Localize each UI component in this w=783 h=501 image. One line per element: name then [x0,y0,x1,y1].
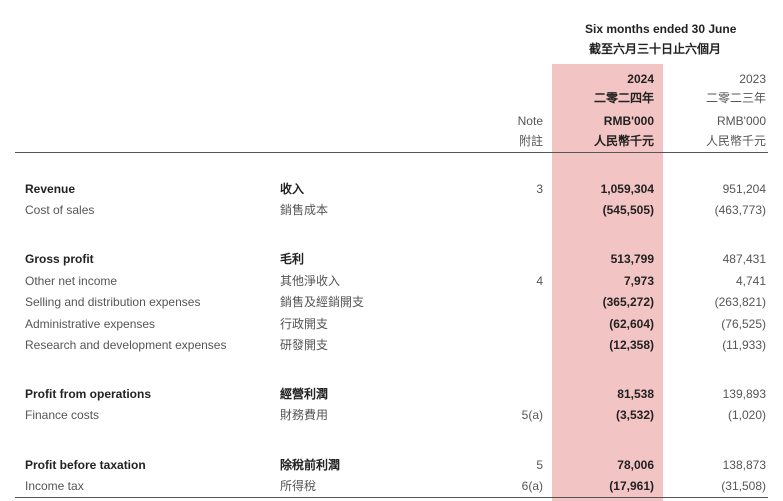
year-2023-header: 2023 [739,72,766,86]
year-2024-header: 2024 [627,72,654,86]
row-label-en: Finance costs [25,408,100,422]
row-label-en: Income tax [25,479,84,493]
row-label-zh: 其他淨收入 [280,274,341,288]
row-value-2024: (17,961) [609,479,654,493]
period-heading-en: Six months ended 30 June [585,22,737,36]
row-label-zh: 收入 [280,182,305,196]
row-value-2023: (263,821) [714,295,766,309]
row-value-2023: (463,773) [714,203,766,217]
row-label-en: Gross profit [25,252,94,266]
row-label-zh: 所得稅 [280,479,317,493]
row-note: 5 [536,458,543,472]
row-value-2023: 487,431 [722,252,766,266]
note-header-en: Note [517,114,543,128]
row-value-2023: 138,873 [722,458,766,472]
row-label-en: Selling and distribution expenses [25,295,201,309]
row-value-2023: (31,508) [721,479,766,493]
row-value-2024: 513,799 [610,252,654,266]
row-value-2023: (76,525) [721,317,766,331]
row-note: 5(a) [521,408,543,422]
row-label-zh: 毛利 [280,252,305,266]
row-value-2023: 139,893 [722,387,766,401]
row-label-zh: 銷售及經銷開支 [280,295,365,309]
row-value-2023: (11,933) [722,338,766,352]
row-label-zh: 除稅前利潤 [280,458,341,472]
row-note: 3 [536,182,543,196]
row-value-2023: 951,204 [722,182,766,196]
row-label-zh: 銷售成本 [280,203,329,217]
period-heading-zh: 截至六月三十日止六個月 [589,42,722,56]
row-value-2024: 78,006 [617,458,654,472]
year-2023-header-zh: 二零二三年 [705,91,766,105]
row-label-en: Profit from operations [25,387,152,401]
bottom-rule [15,497,768,498]
row-value-2023: (1,020) [727,408,766,422]
row-value-2024: (12,358) [609,338,654,352]
row-value-2023: 4,741 [735,274,766,288]
row-value-2024: 81,538 [617,387,654,401]
unit-2023-zh: 人民幣千元 [705,134,766,148]
unit-2024-en: RMB'000 [603,114,654,128]
unit-2024-zh: 人民幣千元 [593,134,654,148]
row-label-zh: 研發開支 [280,338,329,352]
row-label-zh: 財務費用 [280,408,329,422]
row-value-2024: (3,532) [615,408,654,422]
row-label-en: Administrative expenses [25,317,156,331]
row-label-en: Profit before taxation [25,458,146,472]
row-label-zh: 行政開支 [280,317,329,331]
row-note: 4 [536,274,543,288]
note-header-zh: 附註 [518,134,543,148]
year-2024-header-zh: 二零二四年 [593,91,654,105]
row-value-2024: (62,604) [609,317,654,331]
row-label-en: Other net income [25,274,118,288]
row-label-en: Research and development expenses [25,338,227,352]
row-value-2024: 1,059,304 [600,182,654,196]
row-label-en: Cost of sales [25,203,95,217]
row-value-2024: (545,505) [602,203,654,217]
row-value-2024: 7,973 [623,274,654,288]
unit-2023-en: RMB'000 [717,114,766,128]
row-label-en: Revenue [25,182,76,196]
row-note: 6(a) [521,479,543,493]
header-rule [15,152,768,153]
row-label-zh: 經營利潤 [280,387,329,401]
row-value-2024: (365,272) [602,295,654,309]
